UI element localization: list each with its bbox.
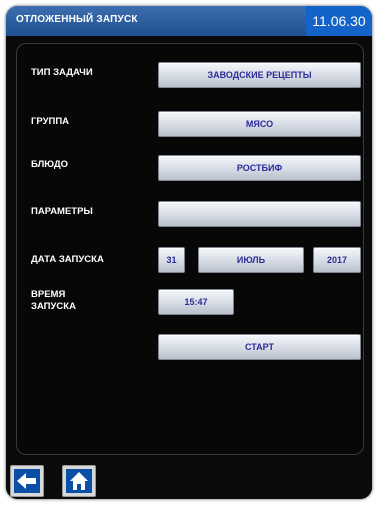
clock: 11.06.30 (306, 6, 372, 36)
params-button[interactable] (158, 201, 361, 227)
start-time-label-line2: ЗАПУСКА (31, 301, 76, 312)
start-button[interactable]: СТАРТ (158, 334, 361, 360)
window-title: ОТЛОЖЕННЫЙ ЗАПУСК (16, 14, 138, 25)
home-button[interactable] (62, 465, 96, 497)
dish-label: БЛЮДО (31, 159, 68, 170)
group-button[interactable]: МЯСО (158, 111, 361, 137)
form-panel: ТИП ЗАДАЧИ ЗАВОДСКИЕ РЕЦЕПТЫ ГРУППА МЯСО… (16, 43, 364, 455)
task-type-label: ТИП ЗАДАЧИ (31, 67, 93, 78)
home-icon (70, 472, 88, 490)
start-date-label: ДАТА ЗАПУСКА (31, 254, 104, 265)
screen: ОТЛОЖЕННЫЙ ЗАПУСК 11.06.30 ТИП ЗАДАЧИ ЗА… (6, 6, 372, 499)
group-label: ГРУППА (31, 116, 70, 127)
start-time-button[interactable]: 15:47 (158, 289, 234, 315)
start-month-button[interactable]: ИЮЛЬ (198, 247, 304, 273)
arrow-left-icon (17, 473, 36, 489)
back-button[interactable] (10, 465, 44, 497)
title-bar: ОТЛОЖЕННЫЙ ЗАПУСК 11.06.30 (6, 6, 372, 36)
dish-button[interactable]: РОСТБИФ (158, 155, 361, 181)
start-day-button[interactable]: 31 (158, 247, 185, 273)
start-time-label-line1: ВРЕМЯ (31, 289, 66, 300)
params-label: ПАРАМЕТРЫ (31, 206, 93, 217)
bottom-nav (6, 459, 372, 499)
task-type-button[interactable]: ЗАВОДСКИЕ РЕЦЕПТЫ (158, 62, 361, 88)
start-year-button[interactable]: 2017 (313, 247, 361, 273)
